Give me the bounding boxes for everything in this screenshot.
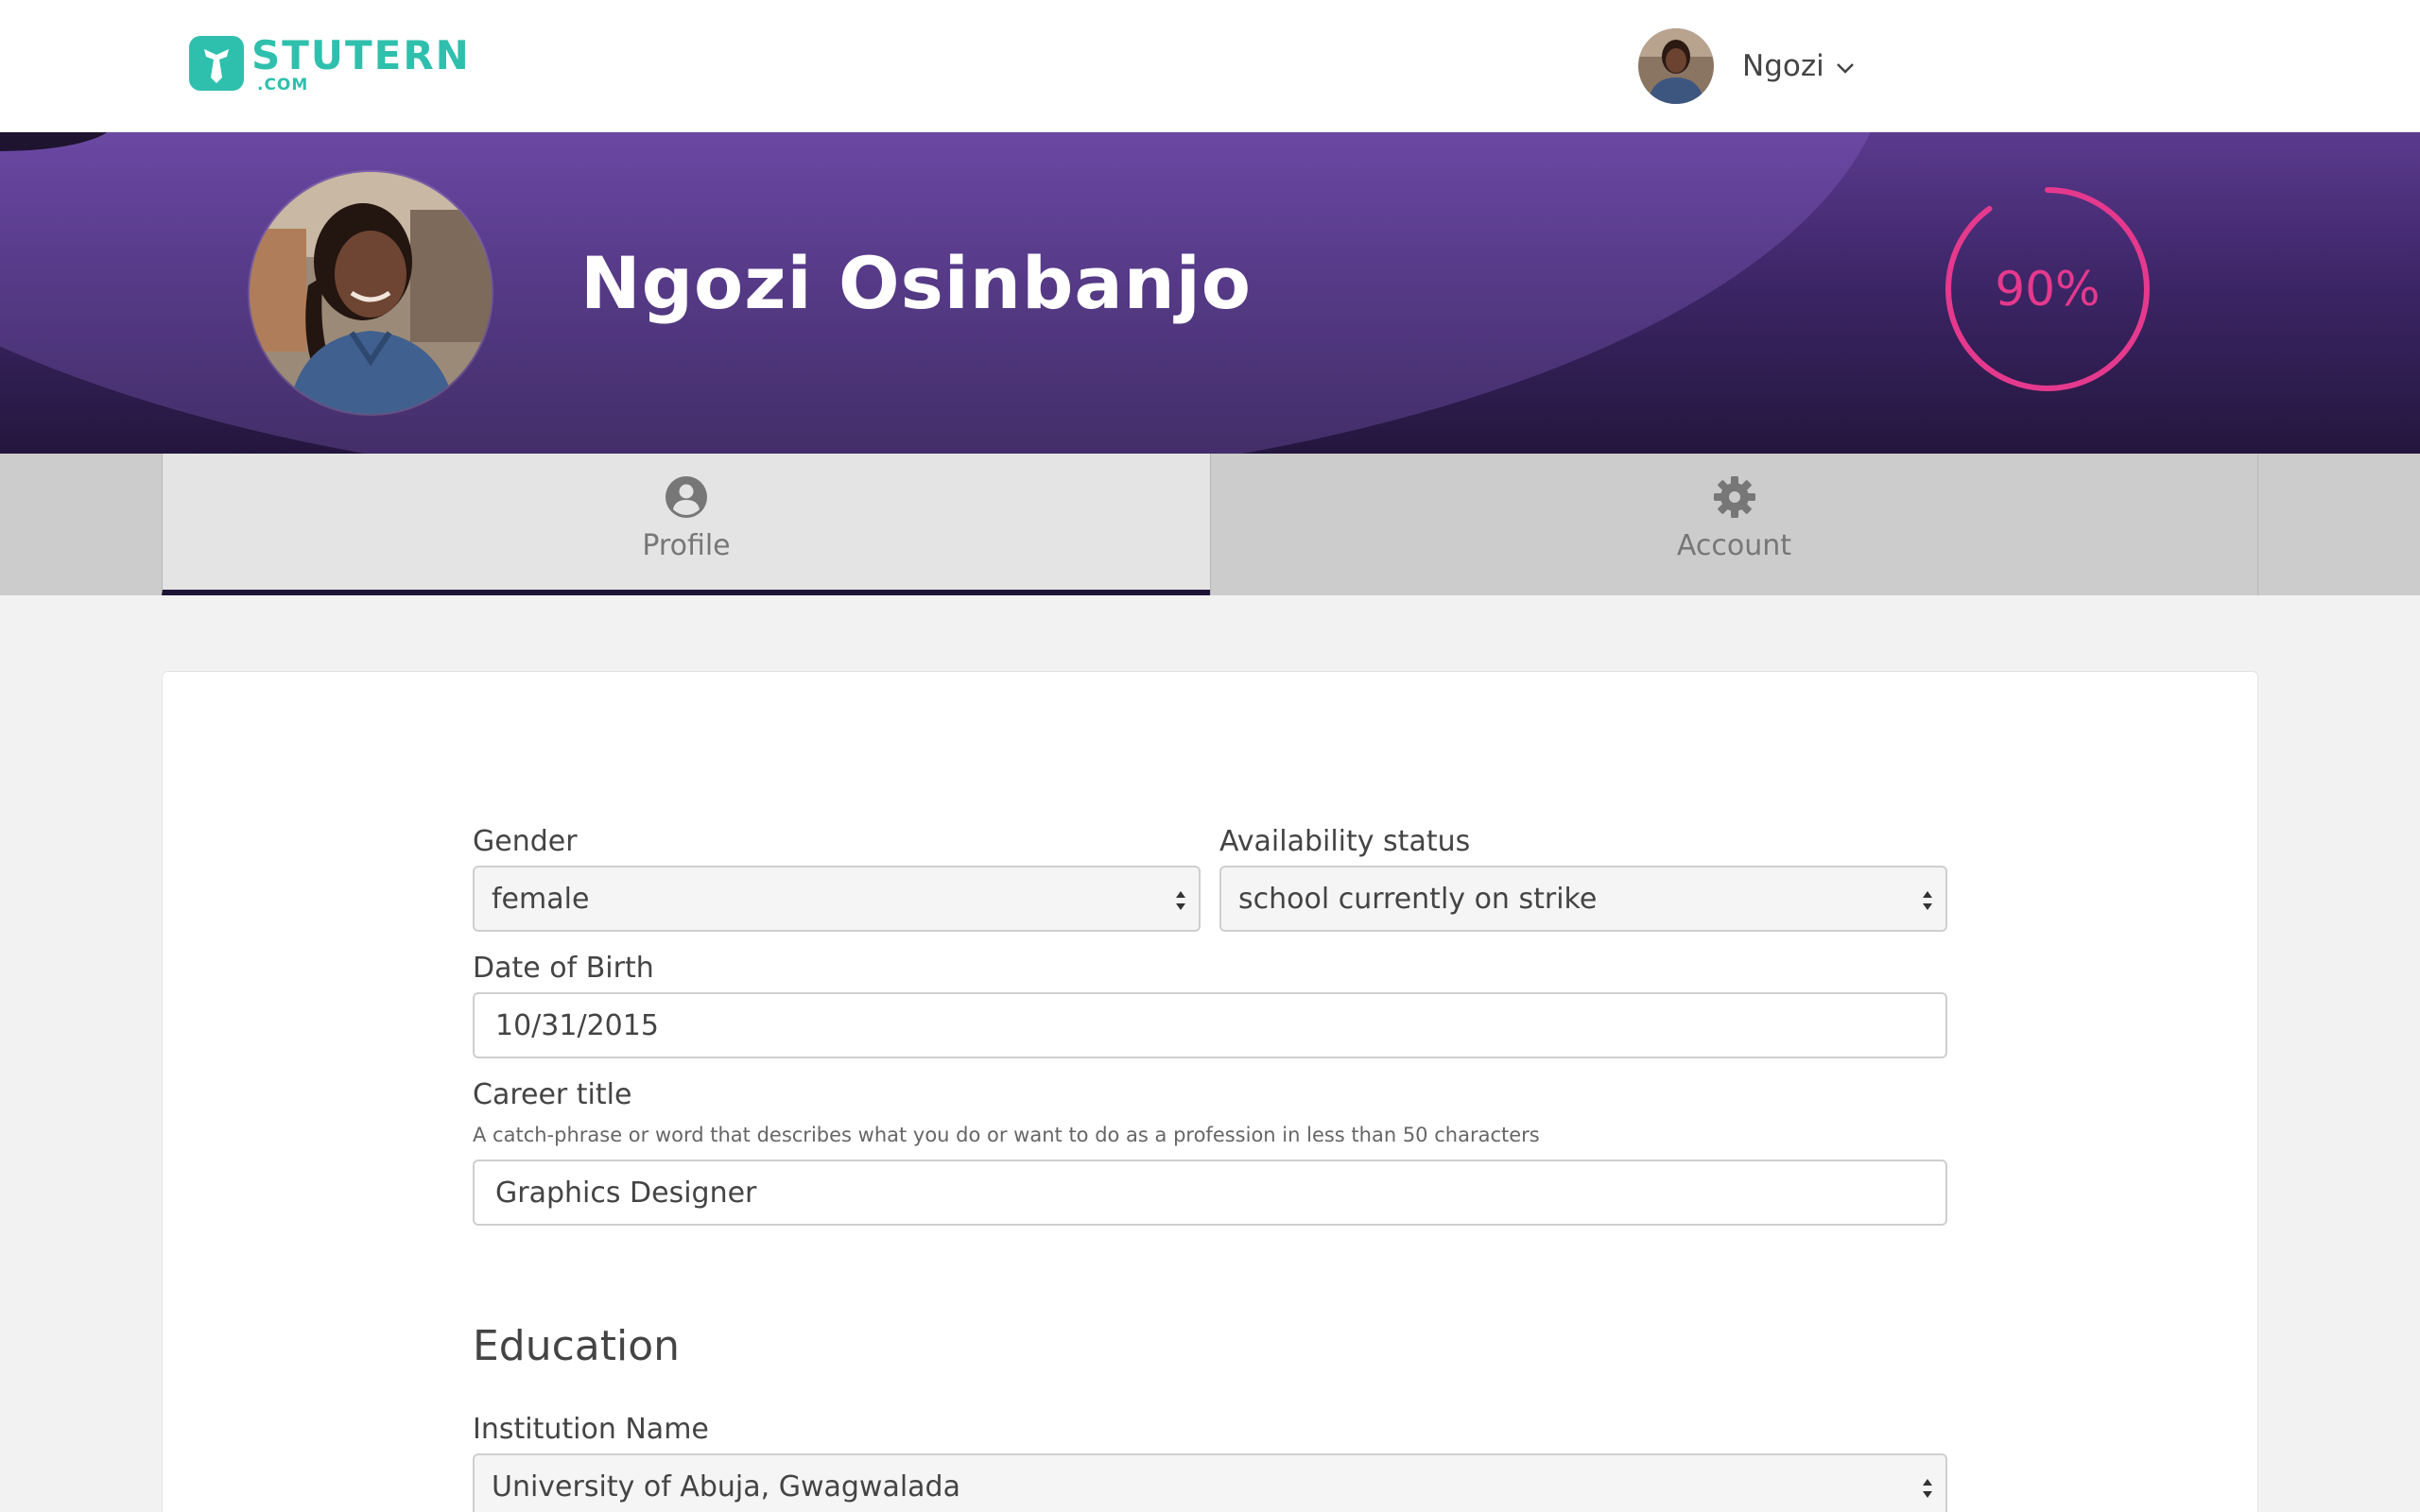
user-name[interactable]: Ngozi — [1742, 49, 1824, 83]
dob-input[interactable]: 10/31/2015 — [473, 992, 1947, 1058]
chevron-down-icon[interactable] — [1836, 61, 1855, 75]
tab-profile[interactable]: Profile — [162, 454, 1210, 595]
institution-value: University of Abuja, Gwagwalada — [492, 1469, 960, 1503]
avatar[interactable] — [1638, 28, 1714, 104]
profile-form-card: Gender female Availability status school… — [162, 671, 2258, 1512]
profile-photo[interactable] — [248, 170, 493, 416]
career-title-label: Career title — [473, 1078, 632, 1111]
logo-wordmark: STUTERN — [251, 32, 471, 78]
dob-value: 10/31/2015 — [495, 1008, 659, 1042]
availability-label: Availability status — [1219, 825, 1471, 858]
gender-select[interactable]: female — [473, 866, 1201, 932]
dob-label: Date of Birth — [473, 952, 654, 985]
select-arrows-icon — [1923, 1479, 1932, 1498]
institution-select[interactable]: University of Abuja, Gwagwalada — [473, 1453, 1947, 1512]
tab-profile-label: Profile — [642, 529, 731, 562]
tab-account-label: Account — [1676, 529, 1792, 562]
gender-value: female — [492, 882, 590, 916]
profile-completion-ring: 90% — [1944, 185, 2152, 393]
top-navbar: STUTERN .COM Ngozi — [0, 0, 2420, 132]
availability-value: school currently on strike — [1238, 882, 1598, 916]
select-arrows-icon — [1176, 891, 1185, 910]
logo-suffix: .COM — [257, 76, 309, 94]
completion-percent: 90% — [1995, 262, 2100, 317]
career-title-hint: A catch-phrase or word that describes wh… — [473, 1124, 1540, 1146]
career-title-value: Graphics Designer — [495, 1176, 757, 1210]
select-arrows-icon — [1923, 891, 1932, 910]
career-title-input[interactable]: Graphics Designer — [473, 1160, 1947, 1226]
availability-select[interactable]: school currently on strike — [1219, 866, 1947, 932]
gender-label: Gender — [473, 825, 578, 858]
stutern-logo[interactable]: STUTERN .COM — [189, 32, 471, 94]
profile-tabs: Profile Account — [0, 454, 2420, 595]
user-menu[interactable]: Ngozi — [1638, 28, 1855, 104]
tab-account[interactable]: Account — [1210, 454, 2258, 595]
user-circle-icon — [666, 476, 707, 518]
logo-tie-icon — [189, 36, 244, 91]
profile-banner: Ngozi Osinbanjo 90% — [0, 132, 2420, 454]
gear-icon — [1713, 476, 1755, 518]
institution-label: Institution Name — [473, 1413, 709, 1446]
education-heading: Education — [473, 1322, 681, 1370]
profile-full-name: Ngozi Osinbanjo — [580, 241, 1253, 325]
